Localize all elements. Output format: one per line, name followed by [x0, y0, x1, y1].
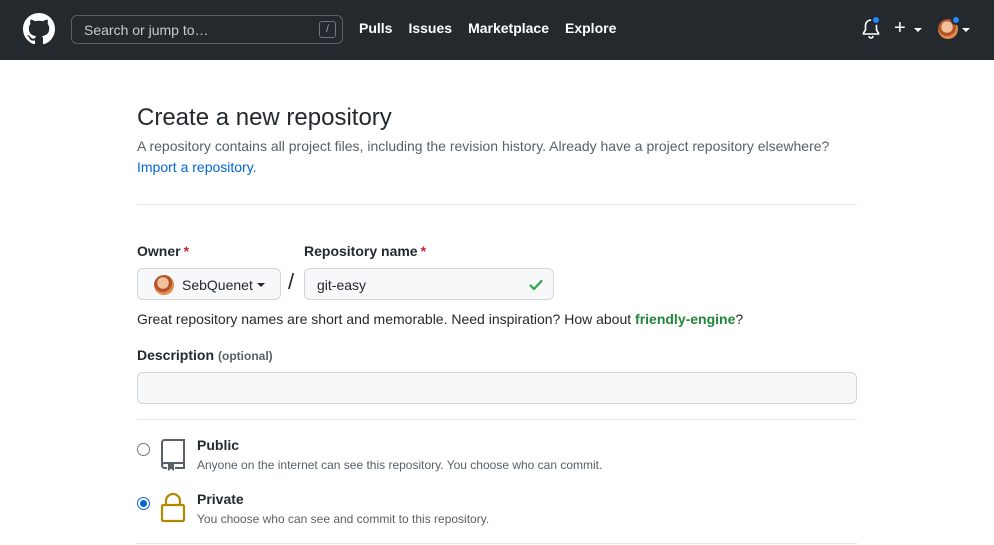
repository-name-value: git-easy: [317, 277, 367, 293]
page-title: Create a new repository: [137, 104, 392, 131]
suggested-name[interactable]: friendly-engine: [635, 311, 735, 327]
nav-explore[interactable]: Explore: [565, 20, 616, 36]
owner-select[interactable]: SebQuenet: [137, 268, 281, 300]
section-divider: [137, 543, 857, 544]
nav-pulls[interactable]: Pulls: [359, 20, 392, 36]
chevron-down-icon: [257, 283, 265, 287]
page-subtitle: A repository contains all project files,…: [137, 138, 830, 154]
public-description: Anyone on the internet can see this repo…: [197, 458, 603, 472]
owner-required-mark: *: [183, 243, 190, 259]
check-icon: [529, 279, 543, 291]
nav-issues[interactable]: Issues: [408, 20, 452, 36]
repository-name-field[interactable]: git-easy: [304, 268, 554, 300]
section-divider: [137, 204, 857, 205]
public-radio[interactable]: [137, 443, 150, 456]
repo-name-label: Repository name *: [304, 243, 426, 259]
user-menu-caret-icon[interactable]: [962, 28, 970, 32]
section-divider: [137, 419, 857, 420]
hint-suffix: ?: [735, 311, 744, 327]
description-field[interactable]: [137, 372, 857, 404]
search-shortcut-key: /: [319, 21, 336, 38]
description-label-text: Description: [137, 347, 215, 363]
create-new-plus-icon[interactable]: +: [894, 16, 906, 40]
search-placeholder: Search or jump to…: [84, 22, 209, 38]
nav-marketplace[interactable]: Marketplace: [468, 20, 549, 36]
private-title: Private: [197, 491, 244, 507]
private-radio[interactable]: [137, 497, 150, 510]
global-nav: Pulls Issues Marketplace Explore: [359, 20, 616, 36]
public-title: Public: [197, 437, 240, 453]
hint-text: Great repository names are short and mem…: [137, 311, 636, 327]
lock-icon: [160, 492, 186, 523]
owner-avatar: [154, 275, 174, 295]
description-optional-note: (optional): [218, 349, 273, 363]
description-label: Description (optional): [137, 347, 273, 363]
avatar-status-indicator: [951, 15, 961, 25]
top-navbar: Search or jump to… / Pulls Issues Market…: [0, 0, 994, 60]
owner-label-text: Owner: [137, 243, 181, 259]
create-new-caret-icon[interactable]: [914, 28, 922, 32]
owner-repo-separator: /: [288, 269, 295, 294]
repo-name-hint: Great repository names are short and mem…: [137, 311, 743, 327]
import-repository-link[interactable]: Import a repository.: [137, 159, 257, 175]
repo-name-label-text: Repository name: [304, 243, 418, 259]
github-logo-icon[interactable]: [23, 13, 55, 45]
repo-name-required-mark: *: [420, 243, 427, 259]
owner-label: Owner *: [137, 243, 189, 259]
owner-name: SebQuenet: [182, 277, 253, 293]
search-input[interactable]: Search or jump to… /: [71, 15, 343, 44]
private-description: You choose who can see and commit to thi…: [197, 512, 490, 526]
repo-icon: [161, 439, 185, 471]
notification-indicator: [871, 15, 881, 25]
